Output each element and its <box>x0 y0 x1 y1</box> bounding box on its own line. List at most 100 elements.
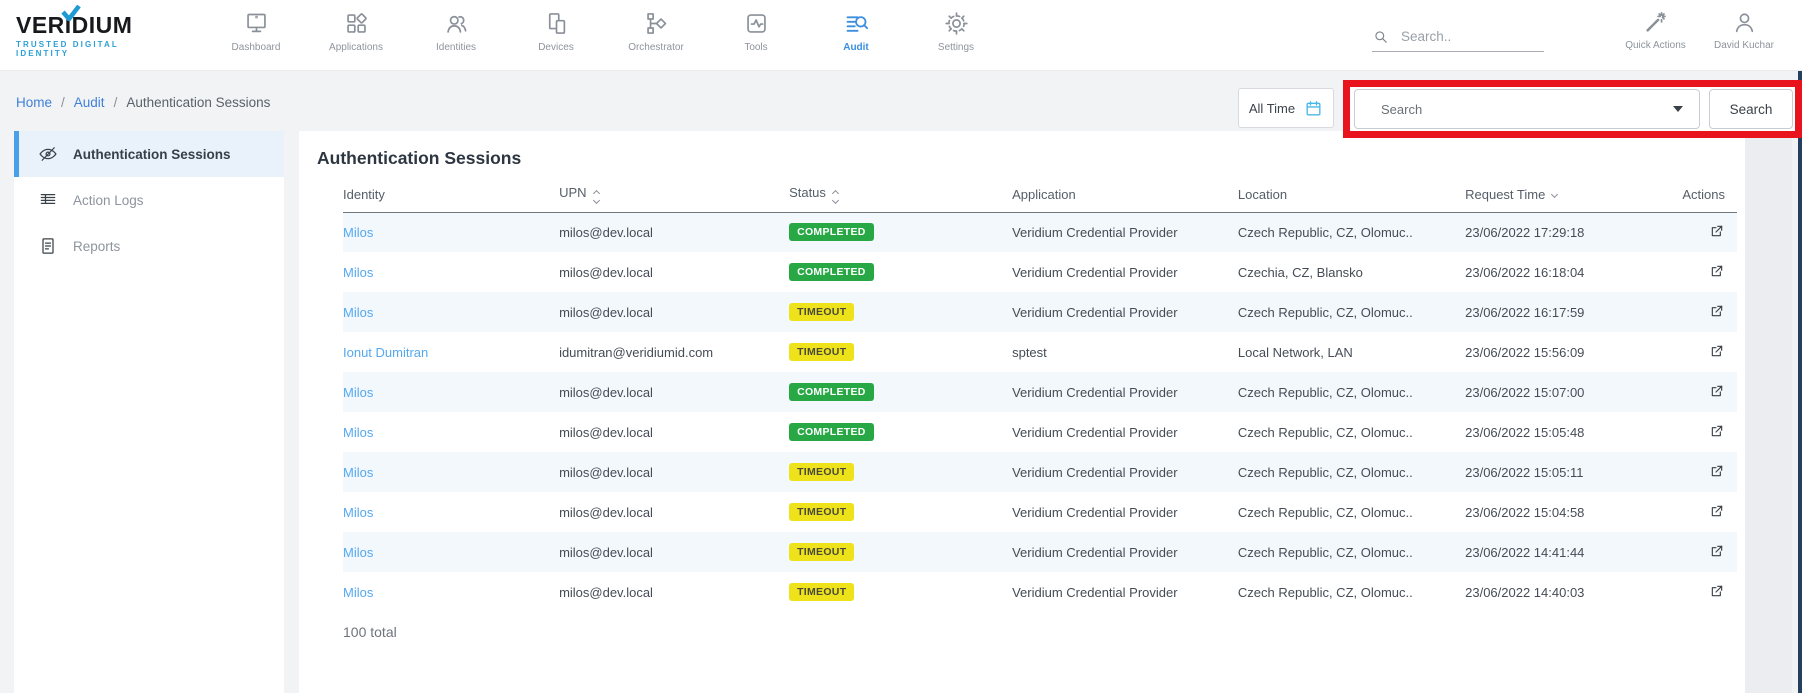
identity-link[interactable]: Milos <box>343 425 373 440</box>
column-label: Identity <box>343 187 385 202</box>
logo-checkmark-icon <box>61 5 81 21</box>
column-header-upn[interactable]: UPN <box>559 177 789 212</box>
nav-label: Orchestrator <box>628 42 684 53</box>
nav-settings[interactable]: Settings <box>906 0 1006 53</box>
nav-audit[interactable]: Audit <box>806 0 906 53</box>
table-row: Milos milos@dev.local TIMEOUT Veridium C… <box>343 532 1737 572</box>
sessions-table: IdentityUPNStatusApplicationLocationRequ… <box>343 177 1737 612</box>
sidebar-item-authentication-sessions[interactable]: Authentication Sessions <box>14 131 284 177</box>
top-navbar: VERIDIUM TRUSTED DIGITAL IDENTITY Dashbo… <box>0 0 1802 71</box>
location-cell: Czech Republic, CZ, Olomuc.. <box>1238 225 1413 240</box>
open-session-icon[interactable] <box>1709 343 1725 362</box>
sidebar-item-action-logs[interactable]: Action Logs <box>14 177 284 223</box>
nav-orchestrator[interactable]: Orchestrator <box>606 0 706 53</box>
open-session-icon[interactable] <box>1709 503 1725 522</box>
table-row: Milos milos@dev.local COMPLETED Veridium… <box>343 372 1737 412</box>
search-field-dropdown[interactable]: Search <box>1354 89 1700 129</box>
upn-cell: milos@dev.local <box>559 585 653 600</box>
audit-sidebar: Authentication Sessions Action Logs Repo… <box>14 131 284 693</box>
application-cell: Veridium Credential Provider <box>1012 225 1177 240</box>
identity-link[interactable]: Milos <box>343 265 373 280</box>
veridium-logo[interactable]: VERIDIUM TRUSTED DIGITAL IDENTITY <box>16 12 176 58</box>
request-time-cell: 23/06/2022 15:04:58 <box>1465 505 1584 520</box>
dashboard-icon <box>243 10 270 37</box>
table-row: Ionut Dumitran idumitran@veridiumid.com … <box>343 332 1737 372</box>
sidebar-item-label: Action Logs <box>73 193 144 208</box>
sidebar-item-reports[interactable]: Reports <box>14 223 284 269</box>
nav-identities[interactable]: Identities <box>406 0 506 53</box>
eye-off-icon <box>38 144 58 164</box>
nav-tools[interactable]: Tools <box>706 0 806 53</box>
column-header-status[interactable]: Status <box>789 177 1012 212</box>
application-cell: Veridium Credential Provider <box>1012 545 1177 560</box>
status-badge: COMPLETED <box>789 423 874 441</box>
open-session-icon[interactable] <box>1709 463 1725 482</box>
open-session-icon[interactable] <box>1709 383 1725 402</box>
sort-icons[interactable] <box>594 191 599 203</box>
open-session-icon[interactable] <box>1709 223 1725 242</box>
request-time-cell: 23/06/2022 15:56:09 <box>1465 345 1584 360</box>
sort-icons[interactable] <box>833 191 838 203</box>
location-cell: Czech Republic, CZ, Olomuc.. <box>1238 385 1413 400</box>
identity-link[interactable]: Milos <box>343 465 373 480</box>
breadcrumb-current: Authentication Sessions <box>126 95 270 110</box>
global-search <box>1372 22 1544 52</box>
identity-link[interactable]: Milos <box>343 585 373 600</box>
open-session-icon[interactable] <box>1709 263 1725 282</box>
page-number-5[interactable]: 5 <box>0 623 1683 693</box>
application-cell: Veridium Credential Provider <box>1012 305 1177 320</box>
breadcrumb-separator: / <box>61 95 65 110</box>
request-time-cell: 23/06/2022 17:29:18 <box>1465 225 1584 240</box>
nav-devices[interactable]: Devices <box>506 0 606 53</box>
scrollbar-track[interactable] <box>1745 131 1792 693</box>
upn-cell: milos@dev.local <box>559 505 653 520</box>
nav-applications[interactable]: Applications <box>306 0 406 53</box>
open-session-icon[interactable] <box>1709 543 1725 562</box>
main-nav: Dashboard Applications Identities Device… <box>206 0 1006 53</box>
location-cell: Czech Republic, CZ, Olomuc.. <box>1238 585 1413 600</box>
search-button[interactable]: Search <box>1709 89 1793 129</box>
table-row: Milos milos@dev.local TIMEOUT Veridium C… <box>343 452 1737 492</box>
user-menu[interactable]: David Kuchar <box>1700 0 1788 51</box>
status-badge: TIMEOUT <box>789 543 854 561</box>
column-label: Application <box>1012 187 1076 202</box>
breadcrumb-audit[interactable]: Audit <box>74 95 105 110</box>
open-session-icon[interactable] <box>1709 423 1725 442</box>
column-label: UPN <box>559 185 586 200</box>
identity-link[interactable]: Milos <box>343 505 373 520</box>
nav-label: Settings <box>938 42 974 53</box>
pagination: 12345 <box>0 623 1737 693</box>
identity-link[interactable]: Milos <box>343 385 373 400</box>
table-row: Milos milos@dev.local COMPLETED Veridium… <box>343 412 1737 452</box>
time-range-button[interactable]: All Time <box>1238 88 1334 128</box>
settings-gear-icon <box>943 10 970 37</box>
status-badge: COMPLETED <box>789 223 874 241</box>
upn-cell: idumitran@veridiumid.com <box>559 345 713 360</box>
nav-dashboard[interactable]: Dashboard <box>206 0 306 53</box>
time-range-label: All Time <box>1249 101 1295 116</box>
identity-link[interactable]: Milos <box>343 545 373 560</box>
tools-icon <box>743 10 770 37</box>
open-session-icon[interactable] <box>1709 303 1725 322</box>
nav-label: Dashboard <box>232 42 281 53</box>
upn-cell: milos@dev.local <box>559 265 653 280</box>
identity-link[interactable]: Ionut Dumitran <box>343 345 428 360</box>
location-cell: Czechia, CZ, Blansko <box>1238 265 1363 280</box>
quick-actions-button[interactable]: Quick Actions <box>1608 0 1703 51</box>
status-badge: TIMEOUT <box>789 503 854 521</box>
orchestrator-icon <box>643 10 670 37</box>
location-cell: Czech Republic, CZ, Olomuc.. <box>1238 305 1413 320</box>
quick-actions-label: Quick Actions <box>1625 40 1686 51</box>
search-dropdown-placeholder: Search <box>1381 102 1422 117</box>
breadcrumb-home[interactable]: Home <box>16 95 52 110</box>
sidebar-item-label: Authentication Sessions <box>73 147 231 162</box>
action-logs-icon <box>38 190 58 210</box>
upn-cell: milos@dev.local <box>559 465 653 480</box>
open-session-icon[interactable] <box>1709 583 1725 602</box>
sort-desc-icon[interactable] <box>1552 192 1557 197</box>
column-header-request_time[interactable]: Request Time <box>1465 177 1653 212</box>
identity-link[interactable]: Milos <box>343 305 373 320</box>
main-panel: Authentication Sessions IdentityUPNStatu… <box>299 131 1745 693</box>
identity-link[interactable]: Milos <box>343 225 373 240</box>
global-search-input[interactable] <box>1401 29 1521 44</box>
